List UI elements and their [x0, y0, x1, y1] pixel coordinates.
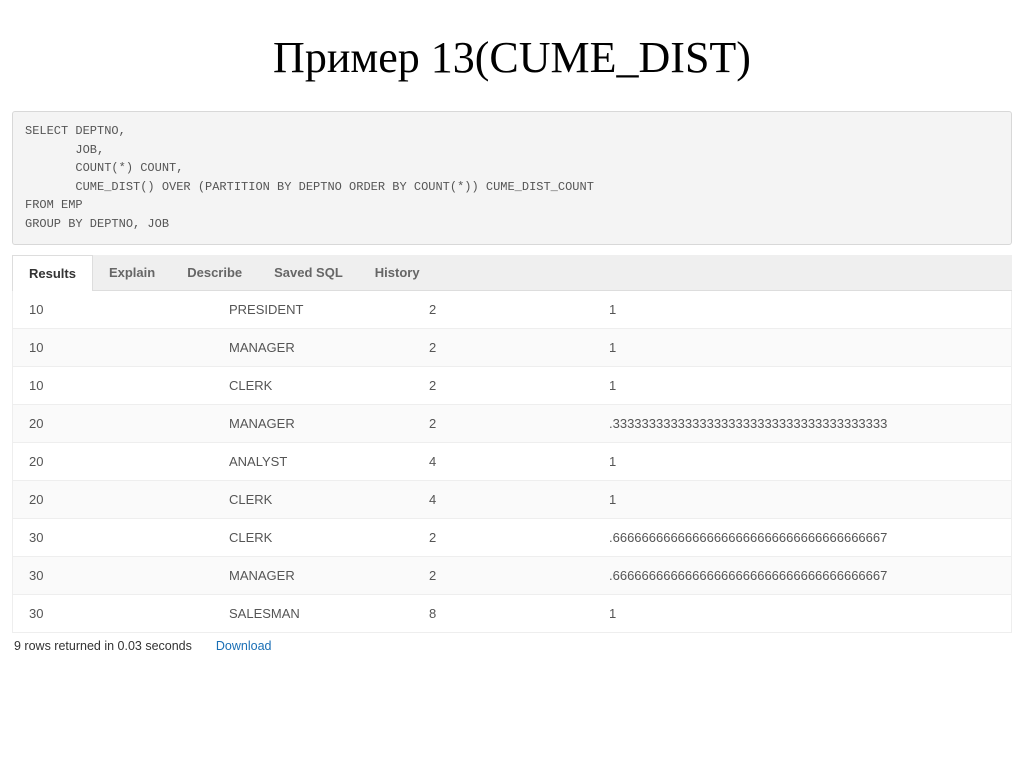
cell-cume: 1 — [593, 329, 1011, 366]
cell-job: CLERK — [213, 519, 413, 556]
cell-job: CLERK — [213, 367, 413, 404]
cell-deptno: 10 — [13, 367, 213, 404]
cell-cume: .33333333333333333333333333333333333333 — [593, 405, 1011, 442]
cell-job: SALESMAN — [213, 595, 413, 632]
cell-cume: 1 — [593, 367, 1011, 404]
cell-deptno: 30 — [13, 557, 213, 594]
table-row: 20 CLERK 4 1 — [13, 481, 1011, 519]
cell-count: 4 — [413, 443, 593, 480]
status-summary: 9 rows returned in 0.03 seconds — [14, 639, 192, 653]
cell-deptno: 20 — [13, 481, 213, 518]
table-row: 30 CLERK 2 .6666666666666666666666666666… — [13, 519, 1011, 557]
status-bar: 9 rows returned in 0.03 seconds Download — [12, 637, 1012, 655]
table-row: 10 MANAGER 2 1 — [13, 329, 1011, 367]
tab-history[interactable]: History — [359, 255, 436, 290]
cell-job: CLERK — [213, 481, 413, 518]
cell-count: 2 — [413, 519, 593, 556]
table-row: 10 CLERK 2 1 — [13, 367, 1011, 405]
tab-saved-sql[interactable]: Saved SQL — [258, 255, 359, 290]
tab-results[interactable]: Results — [12, 255, 93, 291]
cell-cume: 1 — [593, 291, 1011, 328]
cell-job: ANALYST — [213, 443, 413, 480]
table-row: 20 ANALYST 4 1 — [13, 443, 1011, 481]
cell-count: 2 — [413, 329, 593, 366]
cell-cume: .66666666666666666666666666666666666667 — [593, 519, 1011, 556]
cell-deptno: 30 — [13, 519, 213, 556]
cell-cume: 1 — [593, 443, 1011, 480]
cell-count: 2 — [413, 291, 593, 328]
table-row: 30 MANAGER 2 .66666666666666666666666666… — [13, 557, 1011, 595]
cell-count: 4 — [413, 481, 593, 518]
cell-count: 2 — [413, 367, 593, 404]
tab-describe[interactable]: Describe — [171, 255, 258, 290]
sql-code-panel: SELECT DEPTNO, JOB, COUNT(*) COUNT, CUME… — [12, 111, 1012, 245]
page-title: Пример 13(CUME_DIST) — [0, 0, 1024, 111]
table-row: 20 MANAGER 2 .33333333333333333333333333… — [13, 405, 1011, 443]
cell-count: 8 — [413, 595, 593, 632]
table-row: 10 PRESIDENT 2 1 — [13, 291, 1011, 329]
cell-count: 2 — [413, 557, 593, 594]
cell-deptno: 30 — [13, 595, 213, 632]
table-row: 30 SALESMAN 8 1 — [13, 595, 1011, 633]
cell-cume: .66666666666666666666666666666666666667 — [593, 557, 1011, 594]
result-tabs: Results Explain Describe Saved SQL Histo… — [12, 255, 1012, 291]
cell-cume: 1 — [593, 595, 1011, 632]
sql-code: SELECT DEPTNO, JOB, COUNT(*) COUNT, CUME… — [25, 122, 999, 234]
cell-deptno: 10 — [13, 329, 213, 366]
cell-deptno: 20 — [13, 405, 213, 442]
cell-cume: 1 — [593, 481, 1011, 518]
cell-job: MANAGER — [213, 329, 413, 366]
cell-job: MANAGER — [213, 405, 413, 442]
cell-job: MANAGER — [213, 557, 413, 594]
tab-explain[interactable]: Explain — [93, 255, 171, 290]
cell-count: 2 — [413, 405, 593, 442]
cell-deptno: 20 — [13, 443, 213, 480]
download-link[interactable]: Download — [216, 639, 272, 653]
results-table: 10 PRESIDENT 2 1 10 MANAGER 2 1 10 CLERK… — [12, 291, 1012, 633]
cell-job: PRESIDENT — [213, 291, 413, 328]
cell-deptno: 10 — [13, 291, 213, 328]
